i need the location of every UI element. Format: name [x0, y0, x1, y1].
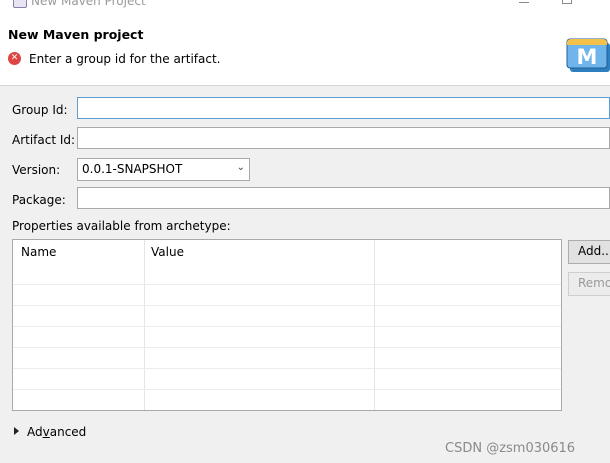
artifact-id-input[interactable] — [77, 127, 610, 149]
version-value: 0.0.1-SNAPSHOT — [82, 162, 183, 176]
row-divider — [13, 368, 561, 369]
row-divider — [13, 347, 561, 348]
minimize-icon[interactable] — [519, 2, 529, 3]
advanced-label-prefix: Ad — [27, 425, 43, 439]
package-label: Package: — [12, 193, 66, 207]
chevron-down-icon[interactable]: ⌄ — [237, 162, 245, 173]
expand-triangle-icon[interactable] — [14, 427, 19, 435]
column-header-name[interactable]: Name — [21, 245, 56, 259]
advanced-label-suffix: anced — [49, 425, 87, 439]
version-label: Version: — [12, 163, 61, 177]
row-divider — [13, 326, 561, 327]
row-divider — [13, 284, 561, 285]
column-divider — [374, 240, 375, 410]
add-property-button[interactable]: Add... — [568, 240, 610, 264]
row-divider — [13, 389, 561, 390]
error-icon: ✕ — [8, 52, 21, 65]
wizard-message: Enter a group id for the artifact. — [29, 52, 221, 66]
advanced-expander[interactable]: Advanced — [14, 425, 86, 439]
column-header-value[interactable]: Value — [151, 245, 184, 259]
window-titlebar: New Maven Project — [0, 0, 610, 14]
package-input[interactable] — [77, 187, 610, 209]
properties-label: Properties available from archetype: — [12, 219, 231, 233]
maven-logo-letter: M — [577, 45, 598, 69]
window-title: New Maven Project — [31, 0, 146, 8]
remove-property-button[interactable]: Remove — [568, 272, 610, 296]
maven-logo-icon: M — [566, 38, 610, 72]
version-select[interactable]: 0.0.1-SNAPSHOT ⌄ — [77, 158, 250, 181]
watermark-text: CSDN @zsm030616 — [445, 441, 576, 456]
app-icon — [13, 0, 27, 8]
group-id-label: Group Id: — [12, 103, 68, 117]
advanced-label-mnemonic: v — [42, 425, 50, 439]
row-divider — [13, 305, 561, 306]
maximize-icon[interactable] — [562, 0, 572, 4]
wizard-header: New Maven project ✕ Enter a group id for… — [0, 14, 610, 86]
column-divider — [144, 240, 145, 410]
wizard-title: New Maven project — [8, 27, 144, 42]
group-id-input[interactable] — [77, 97, 610, 119]
properties-table[interactable]: Name Value — [12, 239, 562, 411]
artifact-id-label: Artifact Id: — [12, 133, 76, 147]
